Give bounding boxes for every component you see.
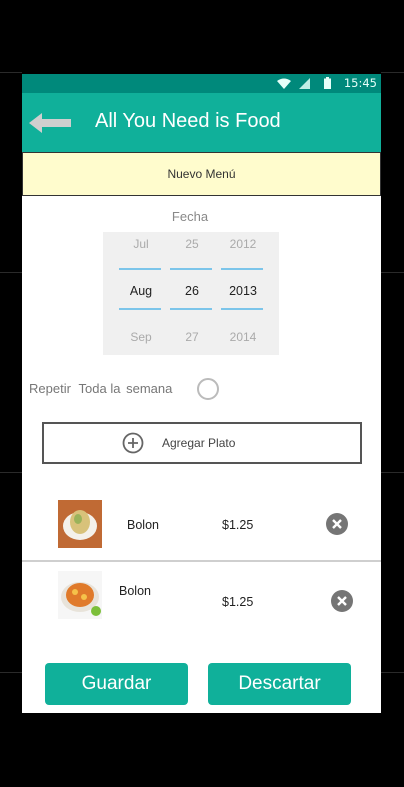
dish-name: Bolon: [127, 518, 159, 532]
app-bar: All You Need is Food: [22, 93, 381, 152]
day-prev[interactable]: 25: [170, 237, 214, 251]
dish-price: $1.25: [222, 518, 254, 532]
dish-photo: [58, 500, 102, 548]
picker-divider: [221, 268, 263, 270]
picker-divider: [119, 308, 161, 310]
bezel-edge: [381, 472, 404, 473]
bezel-edge: [381, 672, 404, 673]
battery-icon: [324, 77, 331, 89]
add-circle-icon: [122, 432, 144, 454]
picker-divider: [221, 308, 263, 310]
app-screen: 15:45 All You Need is Food Nuevo Menú Fe…: [22, 74, 381, 713]
add-dish-button[interactable]: Agregar Plato: [42, 422, 362, 464]
wifi-icon: [277, 78, 291, 89]
new-menu-banner: Nuevo Menú: [22, 152, 381, 196]
app-title: All You Need is Food: [95, 110, 281, 132]
repeat-word: Repetir: [29, 381, 71, 396]
month-prev[interactable]: Jul: [119, 237, 163, 251]
discard-button[interactable]: Descartar: [208, 663, 351, 705]
dish-list-item[interactable]: Bolon $1.25: [22, 500, 381, 550]
bezel-edge: [0, 272, 22, 273]
bezel-edge: [0, 672, 22, 673]
save-button[interactable]: Guardar: [45, 663, 188, 705]
year-prev[interactable]: 2012: [221, 237, 265, 251]
month-column[interactable]: Jul Aug Sep: [119, 232, 163, 355]
remove-dish-icon[interactable]: [326, 513, 348, 535]
month-next[interactable]: Sep: [119, 330, 163, 344]
picker-divider: [170, 268, 212, 270]
add-dish-label: Agregar Plato: [162, 436, 236, 450]
dish-photo: [58, 571, 102, 619]
month-selected[interactable]: Aug: [119, 284, 163, 298]
repeat-week-radio[interactable]: [197, 378, 219, 400]
signal-icon: [299, 78, 310, 89]
bezel-edge: [381, 272, 404, 273]
repeat-word: semana: [126, 381, 173, 396]
dish-list-item[interactable]: Bolon $1.25: [22, 571, 381, 623]
picker-divider: [119, 268, 161, 270]
bezel-edge: [0, 72, 22, 73]
day-column[interactable]: 25 26 27: [170, 232, 214, 355]
year-next[interactable]: 2014: [221, 330, 265, 344]
remove-dish-icon[interactable]: [331, 590, 353, 612]
day-next[interactable]: 27: [170, 330, 214, 344]
list-divider: [22, 560, 381, 562]
picker-divider: [170, 308, 212, 310]
dish-name: Bolon: [119, 584, 151, 598]
date-label: Fecha: [171, 209, 209, 224]
year-selected[interactable]: 2013: [221, 284, 265, 298]
repeat-week-label: Repetir Toda la semana: [29, 381, 172, 396]
bezel-edge: [381, 72, 404, 73]
year-column[interactable]: 2012 2013 2014: [221, 232, 265, 355]
status-bar: 15:45: [22, 74, 381, 93]
dish-price: $1.25: [222, 595, 254, 609]
back-arrow-icon[interactable]: [29, 112, 73, 134]
date-picker[interactable]: Jul Aug Sep 25 26 27 2012 2013 2014: [103, 232, 279, 355]
bezel-edge: [0, 472, 22, 473]
day-selected[interactable]: 26: [170, 284, 214, 298]
repeat-word: Toda la: [78, 381, 121, 396]
status-time: 15:45: [343, 76, 377, 90]
